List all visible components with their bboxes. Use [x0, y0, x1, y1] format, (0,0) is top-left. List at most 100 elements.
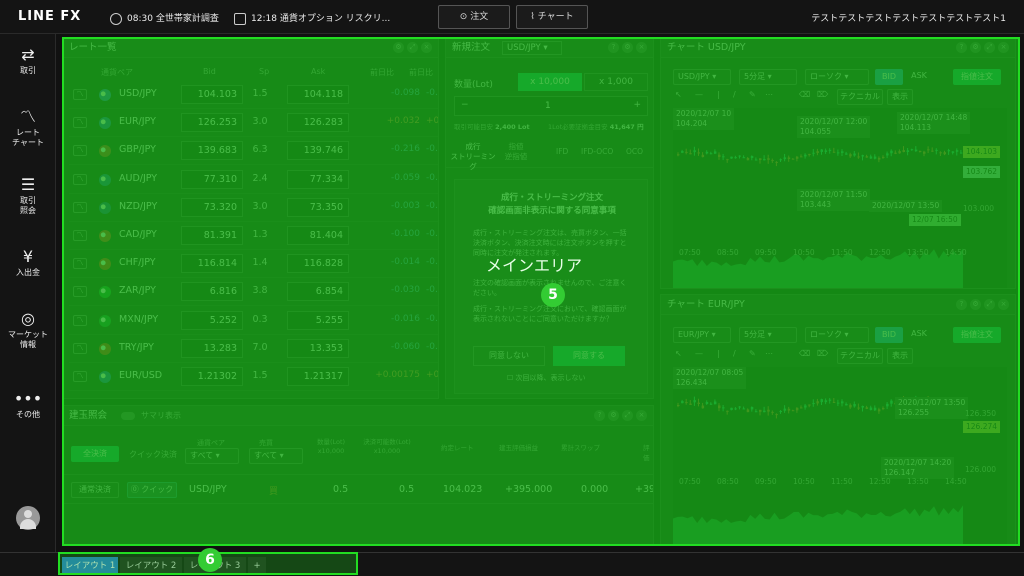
- bid-button[interactable]: 6.816: [181, 282, 243, 302]
- settings-icon[interactable]: ⚙: [622, 42, 633, 53]
- pen-icon[interactable]: ✎: [749, 349, 756, 358]
- bid-button[interactable]: 5.252: [181, 310, 243, 330]
- bid-button[interactable]: 13.283: [181, 338, 243, 358]
- vline-icon[interactable]: |: [717, 349, 720, 358]
- chart-mini-icon[interactable]: 〽: [73, 145, 87, 157]
- rate-row[interactable]: 〽 MXN/JPY 5.252 0.3 5.255 -0.016 -0.30: [69, 307, 438, 335]
- eraser-all-icon[interactable]: ⌦: [817, 349, 828, 358]
- trendline-icon[interactable]: /: [733, 90, 736, 99]
- bid-button[interactable]: 104.103: [181, 85, 243, 104]
- chart-mini-icon[interactable]: 〽: [73, 286, 87, 298]
- chart-mini-icon[interactable]: 〽: [73, 201, 87, 213]
- tab-ifd-oco[interactable]: IFD-OCO: [581, 147, 613, 156]
- limit-order-button[interactable]: 指値注文: [953, 69, 1001, 85]
- ask-button[interactable]: 104.118: [287, 85, 349, 104]
- chart-mini-icon[interactable]: 〽: [73, 173, 87, 185]
- settings-icon[interactable]: ⚙: [970, 299, 981, 310]
- chart-mini-icon[interactable]: 〽: [73, 89, 87, 100]
- agree-button[interactable]: 同意する: [553, 346, 625, 366]
- bid-button[interactable]: 81.391: [181, 226, 243, 245]
- bid-button[interactable]: 116.814: [181, 254, 243, 274]
- tab-market-streaming[interactable]: 成行 ストリーミング: [450, 142, 496, 172]
- tab-ifd[interactable]: IFD: [556, 147, 568, 156]
- close-icon[interactable]: ×: [421, 42, 432, 53]
- bid-toggle[interactable]: BID: [875, 327, 903, 343]
- table-row[interactable]: 通常決済 ⓪ クイック USD/JPY 買 0.5 0.5 104.023 +3…: [63, 474, 653, 504]
- ask-button[interactable]: 6.854: [287, 282, 349, 302]
- ask-button[interactable]: 1.21317: [287, 367, 349, 386]
- bid-button[interactable]: 126.253: [181, 113, 243, 133]
- news-item-1[interactable]: 08:30 全世帯家計調査: [110, 11, 219, 25]
- chart-mini-icon[interactable]: 〽: [73, 371, 87, 382]
- ask-toggle[interactable]: ASK: [905, 69, 933, 85]
- qty-plus-button[interactable]: +: [633, 100, 641, 110]
- settle-all-button[interactable]: 全決済: [71, 446, 119, 462]
- help-icon[interactable]: ?: [594, 410, 605, 421]
- settings-icon[interactable]: ⚙: [608, 410, 619, 421]
- avatar[interactable]: [16, 506, 40, 530]
- chart-eur-canvas[interactable]: 2020/12/07 08:05 126.434 2020/12/07 13:50…: [673, 367, 1007, 545]
- sidebar-item-rate-chart[interactable]: 〽レート チャート: [0, 108, 56, 148]
- disagree-button[interactable]: 同意しない: [473, 346, 545, 366]
- qty-value[interactable]: 1: [545, 101, 551, 111]
- qty-unit-10000[interactable]: x 10,000: [518, 73, 582, 91]
- rate-row[interactable]: 〽 EUR/JPY 126.253 3.0 126.283 +0.032 +0.0: [69, 109, 438, 138]
- eraser-icon[interactable]: ⌫: [799, 90, 810, 99]
- settings-icon[interactable]: ⚙: [970, 42, 981, 53]
- hline-icon[interactable]: —: [695, 90, 703, 99]
- close-icon[interactable]: ×: [636, 42, 647, 53]
- trendline-icon[interactable]: /: [733, 349, 736, 358]
- eraser-icon[interactable]: ⌫: [799, 349, 810, 358]
- chart-interval-select[interactable]: 5分足 ▾: [739, 327, 797, 343]
- eraser-all-icon[interactable]: ⌦: [817, 90, 828, 99]
- qty-minus-button[interactable]: −: [461, 100, 469, 110]
- expand-icon[interactable]: ⤢: [984, 299, 995, 310]
- ask-toggle[interactable]: ASK: [905, 327, 933, 343]
- sidebar-item-market[interactable]: ◎ マーケット 情報: [0, 310, 56, 350]
- help-icon[interactable]: ?: [956, 299, 967, 310]
- tab-layout-2[interactable]: レイアウト 2: [120, 557, 182, 575]
- pen-icon[interactable]: ✎: [749, 90, 756, 99]
- quick-settle-button[interactable]: ⓪ クイック: [127, 482, 177, 498]
- ask-button[interactable]: 81.404: [287, 226, 349, 245]
- order-pair-select[interactable]: USD/JPY ▾: [502, 41, 562, 55]
- filter-pair-select[interactable]: すべて ▾: [185, 448, 239, 464]
- chart-mini-icon[interactable]: 〽: [73, 258, 87, 270]
- bid-button[interactable]: 1.21302: [181, 367, 243, 386]
- rate-row[interactable]: 〽 TRY/JPY 13.283 7.0 13.353 -0.060 -0.45: [69, 335, 438, 363]
- ask-button[interactable]: 126.283: [287, 113, 349, 133]
- chart-pair-select[interactable]: EUR/JPY ▾: [673, 327, 731, 343]
- rate-row[interactable]: 〽 AUD/JPY 77.310 2.4 77.334 -0.059 -0.08: [69, 166, 438, 194]
- news-item-2[interactable]: 12:18 通貨オプション リスクリ...: [234, 11, 390, 25]
- order-button[interactable]: ⊙ 注文: [438, 5, 510, 29]
- sidebar-item-trade[interactable]: ⇄ 取引: [0, 46, 56, 76]
- bid-button[interactable]: 73.320: [181, 197, 243, 217]
- chart-pair-select[interactable]: USD/JPY ▾: [673, 69, 731, 85]
- chart-usd-canvas[interactable]: 2020/12/07 10 104.204 2020/12/07 12:00 104…: [673, 108, 1007, 288]
- ask-button[interactable]: 13.353: [287, 338, 349, 358]
- chart-interval-select[interactable]: 5分足 ▾: [739, 69, 797, 85]
- more-tools-icon[interactable]: ⋯: [765, 349, 773, 358]
- rate-row[interactable]: 〽 CHF/JPY 116.814 1.4 116.828 -0.014 -0.01: [69, 250, 438, 279]
- ask-button[interactable]: 116.828: [287, 254, 349, 274]
- help-icon[interactable]: ?: [608, 42, 619, 53]
- tab-layout-1[interactable]: レイアウト 1: [62, 557, 118, 575]
- tab-limit-stop[interactable]: 指値 逆指値: [498, 142, 534, 162]
- bid-toggle[interactable]: BID: [875, 69, 903, 85]
- display-button[interactable]: 表示: [887, 348, 913, 364]
- sidebar-item-trade-history[interactable]: ☰ 取引 照会: [0, 176, 56, 216]
- summary-toggle[interactable]: [121, 412, 135, 420]
- cursor-icon[interactable]: ↖: [675, 90, 682, 99]
- normal-settle-button[interactable]: 通常決済: [71, 482, 119, 498]
- settings-icon[interactable]: ⚙: [393, 42, 404, 53]
- navigator-area[interactable]: [673, 505, 963, 545]
- more-tools-icon[interactable]: ⋯: [765, 90, 773, 99]
- sidebar-item-other[interactable]: ••• その他: [0, 390, 56, 420]
- chart-mini-icon[interactable]: 〽: [73, 342, 87, 354]
- vline-icon[interactable]: |: [717, 90, 720, 99]
- qty-unit-1000[interactable]: x 1,000: [584, 73, 648, 91]
- technical-button[interactable]: テクニカル: [837, 89, 883, 105]
- expand-icon[interactable]: ⤢: [407, 42, 418, 53]
- rate-row[interactable]: 〽 EUR/USD 1.21302 1.5 1.21317 +0.00175 +0.14: [69, 363, 438, 391]
- cursor-icon[interactable]: ↖: [675, 349, 682, 358]
